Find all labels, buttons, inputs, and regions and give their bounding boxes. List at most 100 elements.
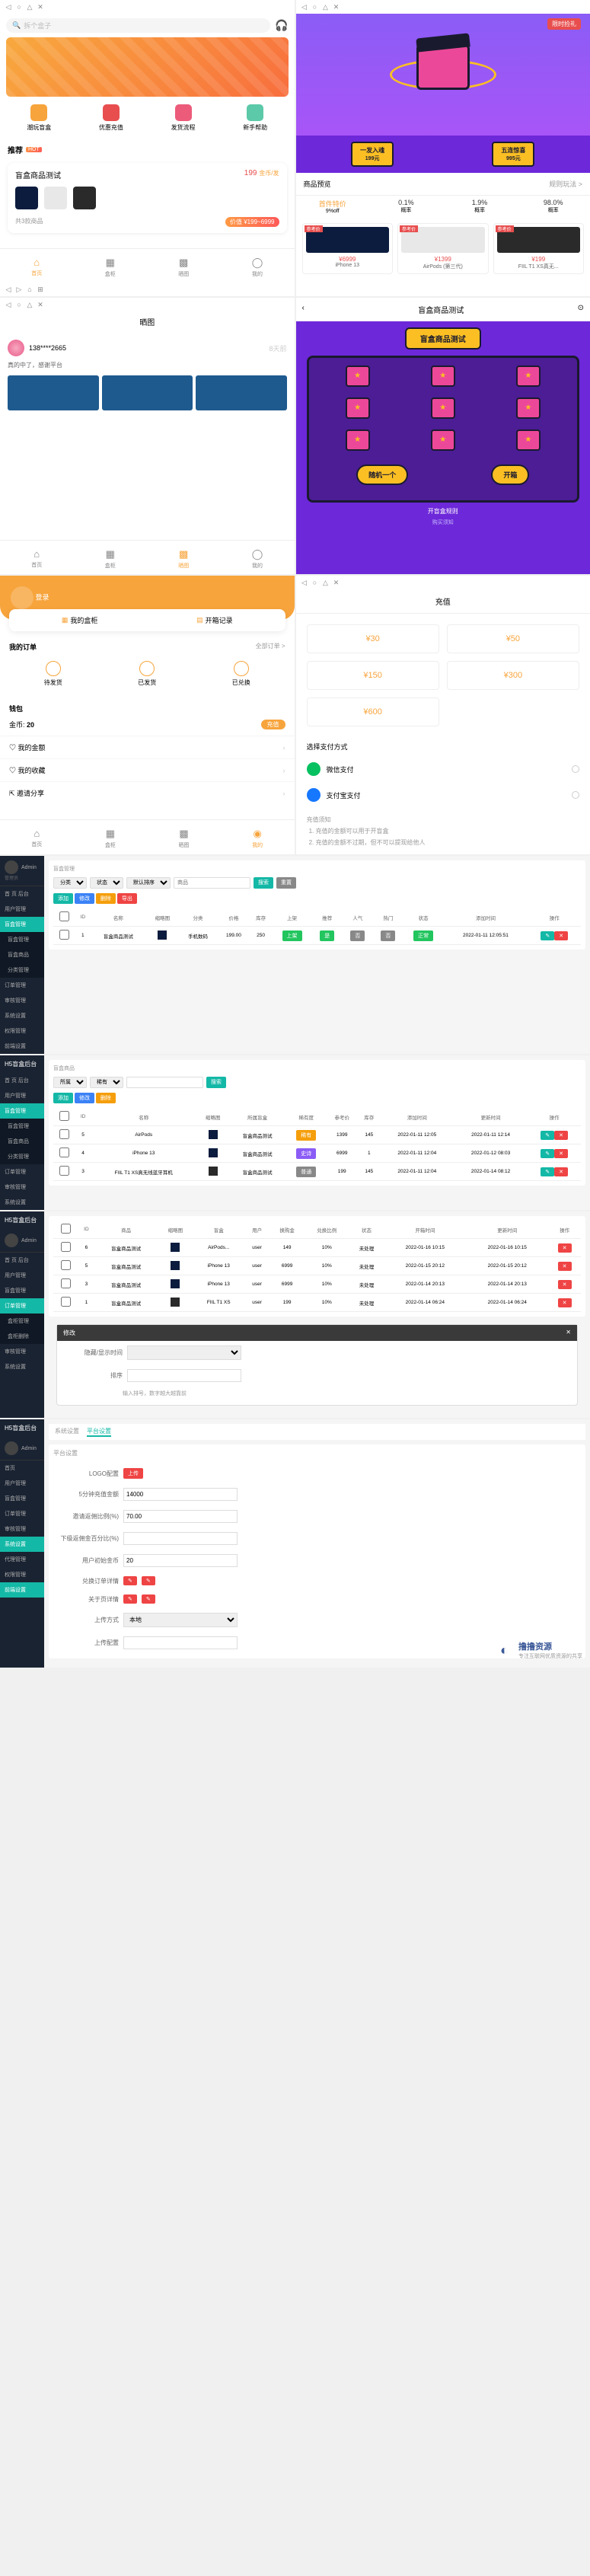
username[interactable]: 登录 — [36, 593, 49, 601]
open-five-button[interactable]: 五连惊喜995元 — [492, 142, 534, 167]
sidebar-item[interactable]: 前端设置 — [0, 1039, 44, 1054]
recharge-button[interactable]: 充值 — [261, 720, 285, 729]
modal-select[interactable] — [127, 1345, 241, 1360]
table-row[interactable]: 1盲盒商品测试手机数码199.00250上架是否否正常2022-01-11 12… — [53, 927, 581, 945]
field-upload-mode[interactable]: 本地 — [123, 1613, 238, 1627]
box-slot[interactable] — [346, 365, 370, 387]
sidebar-item[interactable]: 用户管理 — [0, 902, 44, 917]
rules-link[interactable]: 规则玩法 > — [549, 179, 582, 189]
row-edit[interactable]: ✎ — [541, 931, 554, 940]
sidebar-item[interactable]: 审核管理 — [0, 993, 44, 1008]
menu-item-balance[interactable]: ♡ 我的金额› — [0, 736, 295, 758]
amount-option[interactable]: ¥300 — [447, 661, 579, 690]
field-sub-commission[interactable] — [123, 1532, 238, 1545]
settings-tab-active[interactable]: 平台设置 — [87, 1427, 111, 1437]
all-orders-link[interactable]: 全部订单 > — [256, 642, 285, 652]
box-slot[interactable] — [431, 365, 455, 387]
close-icon[interactable]: ✕ — [566, 1329, 571, 1337]
open-one-button[interactable]: 一发入魂199元 — [351, 142, 394, 167]
radio[interactable] — [572, 765, 579, 773]
search-button[interactable]: 搜索 — [206, 1077, 226, 1088]
row-delete[interactable]: ✕ — [554, 931, 568, 940]
field-upload-cfg[interactable] — [123, 1636, 238, 1649]
order-shipped[interactable]: 已发货 — [138, 661, 156, 687]
sidebar-item[interactable]: 首 页 后台 — [0, 886, 44, 902]
tab-home[interactable]: ⌂首页 — [31, 257, 42, 278]
tab-locker[interactable]: ▦盒柜 — [105, 548, 116, 570]
prob-item[interactable]: 0.1%概率 — [369, 196, 443, 217]
tab-locker[interactable]: ▦盒柜 — [105, 828, 116, 849]
filter-keyword[interactable] — [174, 877, 250, 889]
sidebar-sub[interactable]: 盲盒管理 — [0, 932, 44, 947]
delete-button[interactable]: 删除 — [96, 893, 116, 904]
filter-keyword[interactable] — [126, 1077, 203, 1088]
sidebar-sub[interactable]: 分类管理 — [0, 962, 44, 978]
tab-home[interactable]: ⌂首页 — [31, 828, 42, 849]
product-card[interactable]: 盲盒商品测试199 金币/发 共3款商品价值 ¥199~6999 — [8, 163, 287, 233]
hero-banner[interactable] — [6, 37, 289, 97]
nav-item-help[interactable]: 新手帮助 — [243, 104, 267, 132]
dryout-image[interactable] — [196, 375, 287, 410]
sidebar-item[interactable]: 订单管理 — [0, 978, 44, 993]
back-icon[interactable]: ‹ — [302, 304, 305, 315]
pay-alipay[interactable]: 支付宝支付 — [296, 782, 590, 808]
amount-option[interactable]: ¥150 — [307, 661, 439, 690]
table-row[interactable]: 5AirPods盲盒商品测试稀有13991452022-01-11 12:052… — [53, 1126, 581, 1144]
checkbox-all[interactable] — [59, 911, 69, 921]
tab-me[interactable]: ◉我的 — [252, 828, 263, 849]
preview-product[interactable]: 参考价¥6999iPhone 13 — [302, 223, 394, 274]
box-slot[interactable] — [516, 365, 541, 387]
sidebar-sub[interactable]: 盲盒商品 — [0, 947, 44, 962]
sidebar-item[interactable]: 权限管理 — [0, 1023, 44, 1039]
filter-rare[interactable]: 稀有 — [90, 1077, 123, 1088]
avatar[interactable] — [11, 586, 33, 609]
table-row[interactable]: 4iPhone 13盲盒商品测试史诗699912022-01-11 12:042… — [53, 1144, 581, 1163]
amount-option[interactable]: ¥50 — [447, 624, 579, 653]
edit-btn[interactable]: ✎ — [123, 1576, 137, 1585]
preview-product[interactable]: 参考价¥199FIIL T1 XS真无... — [493, 223, 585, 274]
nav-item-ship[interactable]: 发货流程 — [171, 104, 196, 132]
more-icon[interactable]: ⊙ — [578, 304, 584, 315]
table-row[interactable]: 3FIIL T1 XS真无线蓝牙耳机盲盒商品测试普通1991452022-01-… — [53, 1163, 581, 1181]
box-slot[interactable] — [346, 429, 370, 451]
prob-item[interactable]: 首件特价9%off — [296, 196, 370, 217]
preview-product[interactable]: 参考价¥1399AirPods (第三代) — [397, 223, 489, 274]
tab-me[interactable]: ◯我的 — [252, 257, 263, 278]
filter-category[interactable]: 分类 — [53, 877, 87, 889]
delete-button[interactable]: 删除 — [96, 1093, 116, 1103]
field-init-coins[interactable] — [123, 1554, 238, 1567]
random-button[interactable]: 随机一个 — [356, 464, 408, 485]
box-slot[interactable] — [431, 429, 455, 451]
nav-item-box[interactable]: 潮玩盲盒 — [27, 104, 51, 132]
add-button[interactable]: 添加 — [53, 1093, 73, 1103]
tab-show[interactable]: ▩晒图 — [178, 548, 189, 570]
filter-status[interactable]: 状态 — [90, 877, 123, 889]
modal-input[interactable] — [127, 1369, 241, 1382]
search-button[interactable]: 搜索 — [254, 877, 273, 889]
tab-locker[interactable]: 我的盒柜 — [15, 615, 144, 625]
reset-button[interactable]: 重置 — [276, 877, 296, 889]
prob-item[interactable]: 98.0%概率 — [516, 196, 590, 217]
search-input[interactable]: 🔍 拆个盒子 — [6, 18, 270, 33]
export-button[interactable]: 导出 — [117, 893, 137, 904]
amount-option[interactable]: ¥30 — [307, 624, 439, 653]
tab-home[interactable]: ⌂首页 — [31, 548, 42, 570]
box-slot[interactable] — [346, 397, 370, 419]
edit-button[interactable]: 修改 — [75, 1093, 94, 1103]
upload-button[interactable]: 上传 — [123, 1468, 143, 1479]
field-5min[interactable] — [123, 1488, 238, 1501]
sidebar-item[interactable]: 系统设置 — [0, 1008, 44, 1023]
nav-item-recharge[interactable]: 优惠充值 — [99, 104, 123, 132]
sidebar-item-active[interactable]: 盲盒管理 — [0, 1103, 44, 1119]
edit-btn[interactable]: ✎ — [123, 1594, 137, 1604]
dryout-image[interactable] — [102, 375, 193, 410]
pay-wechat[interactable]: 微信支付 — [296, 756, 590, 782]
prob-item[interactable]: 1.9%概率 — [443, 196, 517, 217]
open-button[interactable]: 开箱 — [491, 464, 529, 485]
support-icon[interactable]: 🎧 — [275, 19, 288, 32]
box-slot[interactable] — [431, 397, 455, 419]
box-slot[interactable] — [516, 429, 541, 451]
sidebar-item[interactable]: 首 页 后台 — [0, 1073, 44, 1088]
dryout-image[interactable] — [8, 375, 99, 410]
amount-option[interactable]: ¥600 — [307, 697, 439, 726]
